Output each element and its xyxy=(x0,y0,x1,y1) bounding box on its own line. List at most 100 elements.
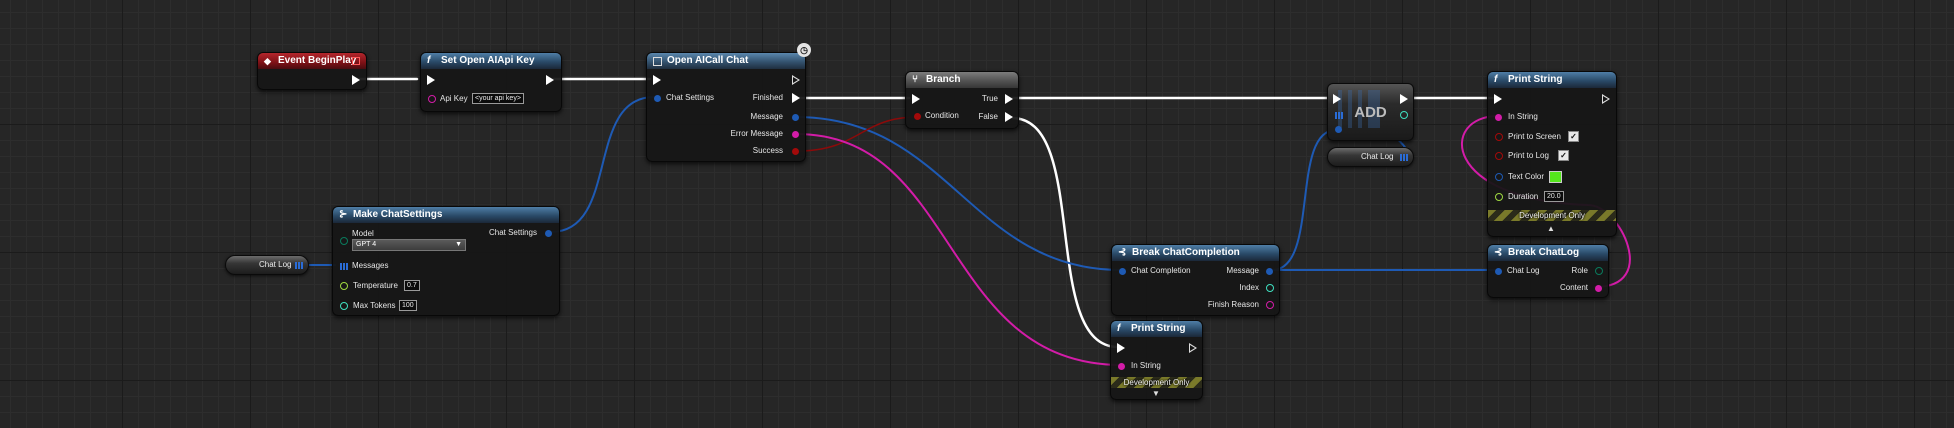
exec-in-pin[interactable] xyxy=(427,75,435,85)
break-chat-log-node[interactable]: ⊰ Break ChatLog Chat Log Role Content xyxy=(1487,244,1609,298)
temperature-float-pin[interactable] xyxy=(340,282,348,290)
development-only-banner: Development Only xyxy=(1488,210,1616,221)
model-select-value: GPT 4 xyxy=(356,241,377,248)
struct-wire xyxy=(1271,129,1337,271)
item-struct-pin[interactable] xyxy=(1335,126,1342,133)
temperature-input[interactable]: 0.7 xyxy=(404,280,420,291)
open-ai-call-chat-node[interactable]: Open AICall Chat ◷ Chat Settings Finishe… xyxy=(646,43,811,162)
expand-arrow-icon[interactable]: ▼ xyxy=(1152,389,1160,398)
node-header[interactable]: Open AICall Chat xyxy=(647,53,805,69)
api-key-label: Api Key xyxy=(440,94,468,103)
index-out-pin[interactable] xyxy=(1266,284,1274,292)
chat-completion-label: Chat Completion xyxy=(1131,266,1191,275)
condition-label: Condition xyxy=(925,111,959,120)
array-pin-icon[interactable] xyxy=(295,262,303,269)
exec-wire xyxy=(1010,116,1120,349)
branch-node[interactable]: ⑂ Branch True Condition False xyxy=(905,71,1019,129)
node-title: Make ChatSettings xyxy=(353,209,443,220)
exec-out-pin[interactable] xyxy=(1189,343,1197,353)
exec-in-pin[interactable] xyxy=(653,75,661,85)
branch-icon: ⑂ xyxy=(912,74,918,85)
node-title: Break ChatCompletion xyxy=(1132,247,1240,258)
delegate-pin-icon[interactable] xyxy=(352,57,360,65)
exec-out-pin[interactable] xyxy=(792,75,800,85)
finish-reason-out-pin[interactable] xyxy=(1266,301,1274,309)
node-header[interactable]: ⊰ Break ChatLog xyxy=(1488,245,1608,261)
api-key-input[interactable]: <your api key> xyxy=(472,93,524,104)
exec-out-pin[interactable] xyxy=(1400,94,1408,104)
content-out-pin[interactable] xyxy=(1595,285,1602,292)
variable-label: Chat Log xyxy=(259,260,292,269)
text-color-swatch[interactable] xyxy=(1549,171,1562,183)
print-to-log-pin[interactable] xyxy=(1495,152,1503,160)
chat-log-in-pin[interactable] xyxy=(1495,268,1502,275)
false-exec-pin[interactable] xyxy=(1005,112,1013,122)
max-tokens-input[interactable]: 100 xyxy=(399,300,417,311)
condition-bool-pin[interactable] xyxy=(914,113,921,120)
message-struct-pin[interactable] xyxy=(792,114,799,121)
exec-in-pin[interactable] xyxy=(1117,343,1125,353)
exec-in-pin[interactable] xyxy=(912,94,920,104)
bool-wire xyxy=(796,116,919,152)
set-openai-api-key-node[interactable]: f Set Open AIApi Key Api Key <your api k… xyxy=(420,52,562,112)
chat-log-variable-right[interactable]: Chat Log xyxy=(1327,147,1414,167)
text-color-pin[interactable] xyxy=(1495,173,1503,181)
print-to-log-checkbox[interactable]: ✓ xyxy=(1558,150,1569,161)
collapse-arrow-icon[interactable]: ▲ xyxy=(1547,224,1555,233)
exec-out-pin[interactable] xyxy=(546,75,554,85)
model-select[interactable]: GPT 4 ▼ xyxy=(352,239,466,251)
node-header[interactable]: f Set Open AIApi Key xyxy=(421,53,561,69)
variable-label: Chat Log xyxy=(1361,152,1394,161)
exec-in-pin[interactable] xyxy=(1333,94,1341,104)
true-label: True xyxy=(981,94,998,103)
success-bool-pin[interactable] xyxy=(792,148,799,155)
print-string-node-top[interactable]: f Print String In String Print to Screen… xyxy=(1487,71,1617,237)
error-message-pin[interactable] xyxy=(792,131,799,138)
event-diamond-icon: ◆ xyxy=(264,56,271,66)
node-header[interactable]: f Print String xyxy=(1488,72,1616,88)
exec-out-pin[interactable] xyxy=(352,75,360,85)
chat-settings-output-pin[interactable] xyxy=(545,230,552,237)
node-header[interactable]: f Print String xyxy=(1111,321,1202,337)
in-string-pin[interactable] xyxy=(1495,114,1502,121)
print-to-screen-pin[interactable] xyxy=(1495,133,1503,141)
model-enum-pin[interactable] xyxy=(340,237,348,245)
print-string-node-bottom[interactable]: f Print String In String Development Onl… xyxy=(1110,320,1203,400)
node-header[interactable]: ⊱ Make ChatSettings xyxy=(333,207,559,223)
add-label: ADD xyxy=(1354,104,1387,121)
string-pin[interactable] xyxy=(428,95,436,103)
exec-in-pin[interactable] xyxy=(1494,94,1502,104)
chat-settings-label: Chat Settings xyxy=(666,93,715,102)
role-out-pin[interactable] xyxy=(1595,267,1603,275)
event-begin-play-node[interactable]: ◆ Event BeginPlay xyxy=(257,52,367,90)
make-chat-settings-node[interactable]: ⊱ Make ChatSettings Model GPT 4 ▼ Chat S… xyxy=(332,206,560,316)
array-pin-icon[interactable] xyxy=(1400,154,1408,161)
temperature-label: Temperature xyxy=(353,281,398,290)
exec-out-pin[interactable] xyxy=(1602,94,1610,104)
chat-completion-in-pin[interactable] xyxy=(1119,268,1126,275)
array-pin-icon[interactable] xyxy=(340,263,348,270)
max-tokens-int-pin[interactable] xyxy=(340,302,348,310)
duration-input[interactable]: 20.0 xyxy=(1544,191,1564,202)
node-header[interactable]: ⑂ Branch xyxy=(906,72,1018,88)
print-to-log-label: Print to Log xyxy=(1508,151,1549,160)
struct-pin[interactable] xyxy=(654,95,661,102)
add-array-node[interactable]: ADD xyxy=(1327,83,1414,141)
node-title: Open AICall Chat xyxy=(667,55,749,66)
chat-settings-output-label: Chat Settings xyxy=(488,228,537,237)
chat-log-variable-left[interactable]: Chat Log xyxy=(225,255,309,275)
finished-exec-pin[interactable] xyxy=(792,93,800,103)
message-out-pin[interactable] xyxy=(1266,268,1273,275)
async-node-icon xyxy=(653,57,662,66)
finish-reason-label: Finish Reason xyxy=(1207,300,1259,309)
true-exec-pin[interactable] xyxy=(1005,94,1013,104)
node-header[interactable]: ◆ Event BeginPlay xyxy=(258,53,366,69)
in-string-pin[interactable] xyxy=(1118,363,1125,370)
node-header[interactable]: ⊰ Break ChatCompletion xyxy=(1112,245,1279,261)
duration-float-pin[interactable] xyxy=(1495,193,1503,201)
node-title: Print String xyxy=(1131,323,1186,334)
in-string-label: In String xyxy=(1508,112,1538,121)
break-chat-completion-node[interactable]: ⊰ Break ChatCompletion Chat Completion M… xyxy=(1111,244,1280,316)
content-label: Content xyxy=(1559,283,1588,292)
print-to-screen-checkbox[interactable]: ✓ xyxy=(1568,131,1579,142)
